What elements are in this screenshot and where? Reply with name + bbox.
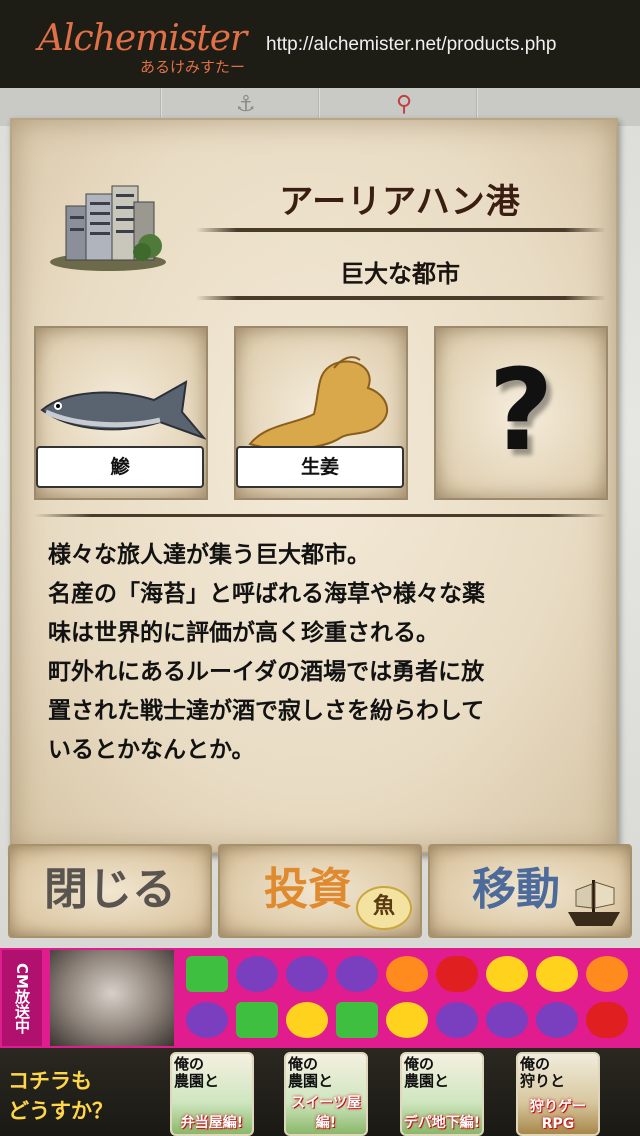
description-line: 味は世界的に評価が高く珍重される。 xyxy=(48,620,439,646)
recommend-text-line: どうすか？ xyxy=(8,1099,113,1123)
recommend-text: コチラも どうすか？ xyxy=(8,1066,148,1126)
candy-purple xyxy=(286,956,328,992)
candy-purple xyxy=(536,1002,578,1038)
candy-red xyxy=(436,956,478,992)
logo-subtitle: あるけみすたー xyxy=(140,58,246,76)
candy-purple xyxy=(236,956,278,992)
ship-icon xyxy=(568,880,620,926)
fish-badge-icon: 魚 xyxy=(356,886,412,930)
description-line: 町外れにあるルーイダの酒場では勇者に放 xyxy=(48,659,485,685)
move-button-label: 移動 xyxy=(472,864,560,915)
ginger-icon xyxy=(248,356,389,450)
description-line: 名産の「海苔」と呼ばれる海草や様々な薬 xyxy=(48,581,485,607)
close-button-label: 閉じる xyxy=(44,864,176,915)
candy-yellow xyxy=(386,1002,428,1038)
candy-orange xyxy=(386,956,428,992)
ad-onair-label: CM放送中 xyxy=(2,950,42,1046)
description-line: 様々な旅人達が集う巨大都市。 xyxy=(48,542,370,568)
recommend-app-depachika[interactable]: 俺の 農園と デパ地下編! xyxy=(400,1052,484,1136)
invest-button[interactable]: 投資 魚 xyxy=(218,844,422,938)
header-url[interactable]: http://alchemister.net/products.php xyxy=(266,34,556,56)
item-card-aji[interactable]: 鯵 xyxy=(34,326,208,500)
candy-yellow xyxy=(536,956,578,992)
item-card-unknown[interactable]: ? xyxy=(434,326,608,500)
candy-green xyxy=(236,1002,278,1038)
map-anchor-icon: ⚓ xyxy=(236,92,256,117)
item-label: 鯵 xyxy=(36,446,204,488)
divider xyxy=(196,296,606,300)
app-title: 俺の 農園と xyxy=(404,1055,450,1090)
item-card-ginger[interactable]: 生姜 xyxy=(234,326,408,500)
description-line: 置された戦士達が酒で寂しさを紛らわして xyxy=(48,698,485,724)
candy-green xyxy=(186,956,228,992)
app-subtitle: 弁当屋編! xyxy=(180,1115,244,1131)
candy-purple xyxy=(436,1002,478,1038)
move-button[interactable]: 移動 xyxy=(428,844,632,938)
invest-button-label: 投資 xyxy=(264,864,352,915)
description-line: いるとかなんとか。 xyxy=(48,737,255,763)
recommend-text-line: コチラも xyxy=(8,1069,92,1093)
item-label: 生姜 xyxy=(236,446,404,488)
place-type: 巨大な都市 xyxy=(340,260,460,288)
recommend-app-bento[interactable]: 俺の 農園と 弁当屋編! xyxy=(170,1052,254,1136)
question-mark-icon: ? xyxy=(488,346,554,476)
fish-icon xyxy=(40,380,206,440)
app-subtitle: 狩りゲーRPG xyxy=(530,1099,586,1132)
candy-yellow xyxy=(286,1002,328,1038)
app-title: 俺の 農園と xyxy=(174,1055,220,1090)
city-buildings-icon xyxy=(50,185,166,271)
recommend-app-sweets[interactable]: 俺の 農園と スイーツ屋編! xyxy=(284,1052,368,1136)
app-header: Alchemister あるけみすたー http://alchemister.n… xyxy=(0,0,640,88)
candy-yellow xyxy=(486,956,528,992)
candy-purple xyxy=(186,1002,228,1038)
ad-portrait xyxy=(50,950,174,1046)
divider xyxy=(196,228,606,232)
map-marker-icon: ⚲ xyxy=(396,92,413,117)
app-title: 俺の 狩りと xyxy=(520,1055,566,1090)
recommend-app-hunting[interactable]: 俺の 狩りと 狩りゲーRPG xyxy=(516,1052,600,1136)
candy-green xyxy=(336,1002,378,1038)
candy-purple xyxy=(336,956,378,992)
candy-red xyxy=(586,1002,628,1038)
app-title: 俺の 農園と xyxy=(288,1055,334,1090)
candy-orange xyxy=(586,956,628,992)
alchemister-logo[interactable]: Alchemister xyxy=(38,18,247,59)
app-subtitle: スイーツ屋編! xyxy=(291,1095,361,1131)
app-subtitle: デパ地下編! xyxy=(403,1115,481,1131)
candy-purple xyxy=(486,1002,528,1038)
close-button[interactable]: 閉じる xyxy=(8,844,212,938)
divider xyxy=(34,514,606,517)
place-name: アーリアハン港 xyxy=(279,182,521,222)
place-description: 様々な旅人達が集う巨大都市。 名産の「海苔」と呼ばれる海草や様々な薬 味は世界的… xyxy=(48,536,608,770)
